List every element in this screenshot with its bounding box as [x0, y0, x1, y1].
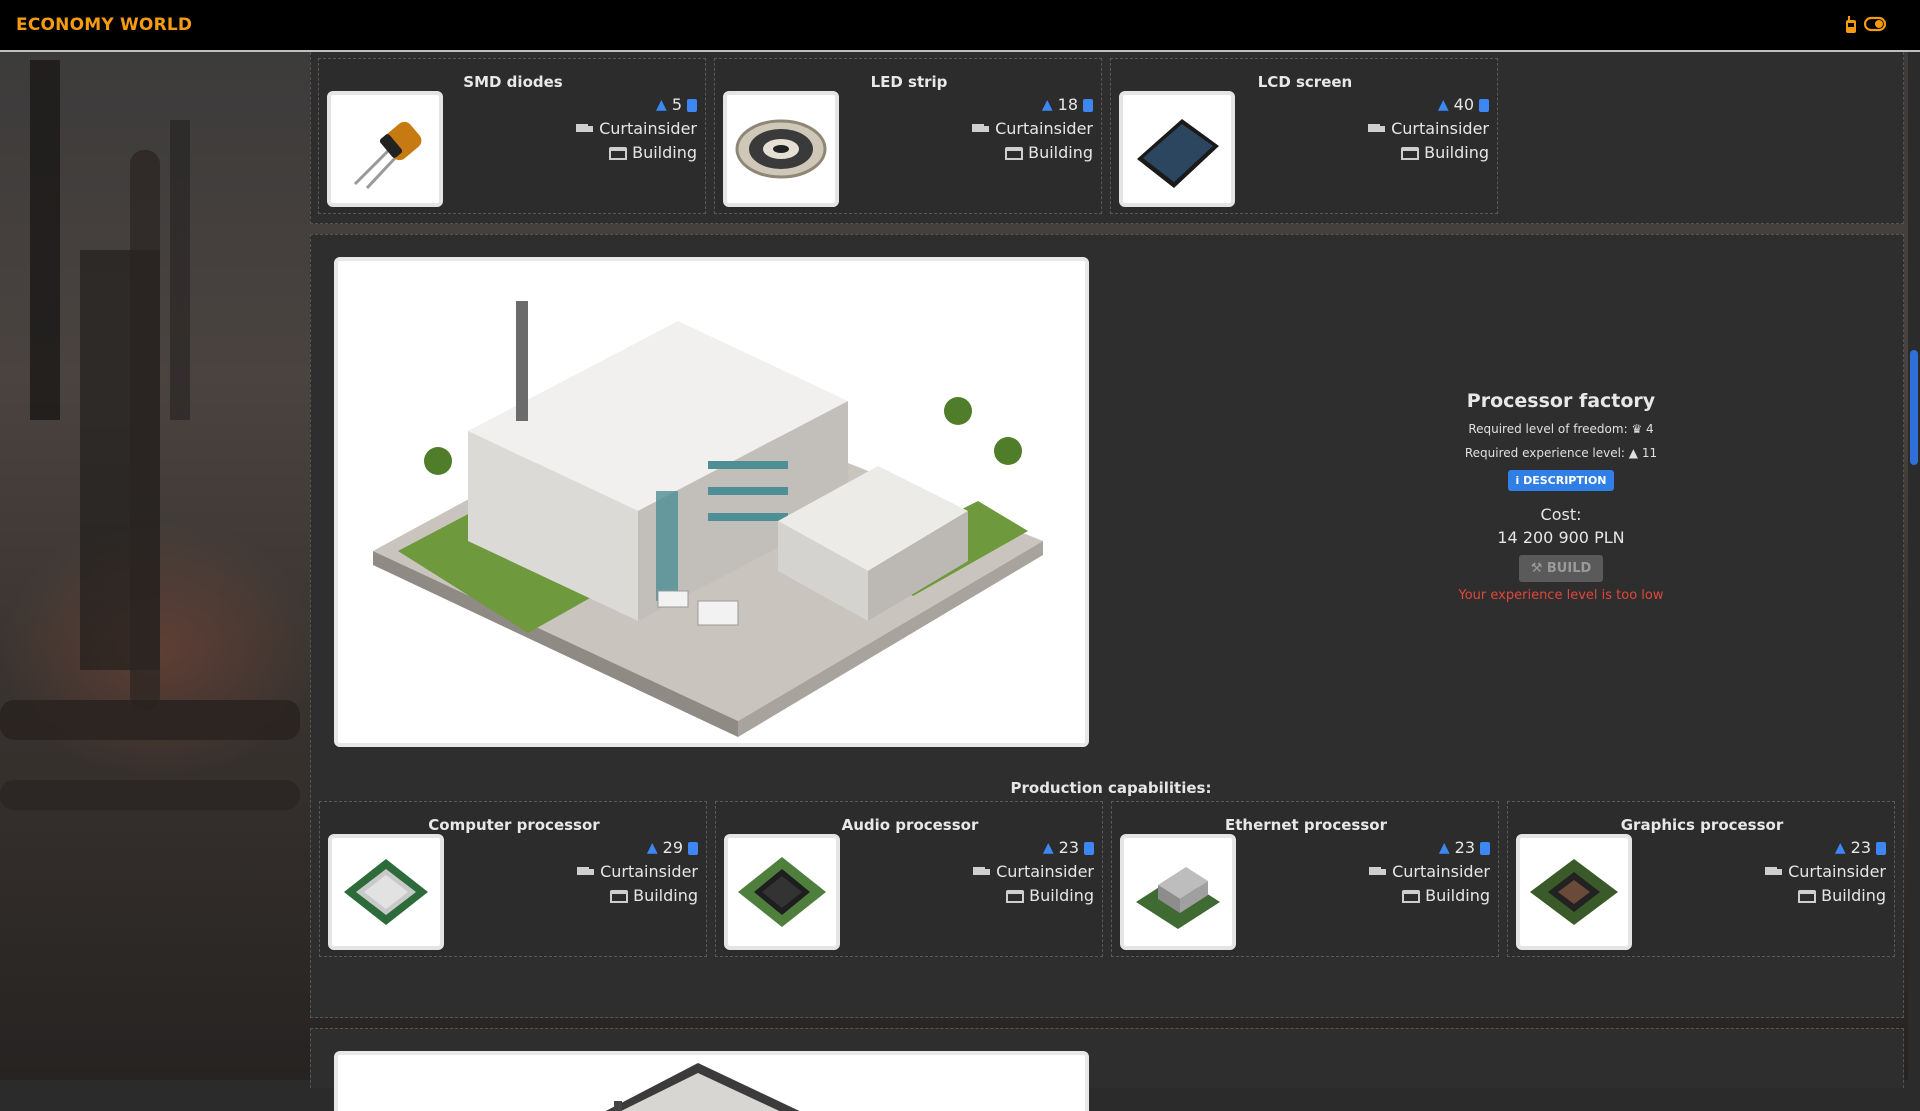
truck-icon	[1765, 865, 1783, 879]
product-card[interactable]: SMD diodes ▲ 5 Curtainsider Building	[318, 58, 706, 214]
warehouse-icon	[1798, 889, 1817, 903]
ethernet-chip-image	[1120, 834, 1236, 950]
warehouse-icon	[1005, 146, 1024, 160]
warehouse-icon	[1006, 889, 1025, 903]
chimney-silhouette	[170, 120, 190, 420]
license-icon	[1479, 98, 1489, 112]
product-name: LED strip	[870, 73, 948, 91]
led-strip-image	[723, 91, 839, 207]
product-name: LCD screen	[1257, 73, 1353, 91]
product-meta: ▲ 5 Curtainsider Building	[576, 93, 697, 165]
info-icon: i	[1515, 474, 1520, 487]
production-card[interactable]: Computer processor ▲ 29 Curtainsider Buil…	[319, 801, 707, 957]
workers-icon: ▲	[1437, 97, 1449, 113]
product-meta: ▲ 29 Curtainsider Building	[577, 836, 698, 908]
product-name: Computer processor	[428, 816, 600, 834]
header-icons	[1844, 16, 1887, 33]
pipe-silhouette	[0, 780, 300, 810]
truck-icon	[1369, 865, 1387, 879]
experience-warning: Your experience level is too low	[1458, 588, 1664, 603]
cost-value: 14 200 900 PLN	[1497, 528, 1625, 547]
product-card[interactable]: LED strip ▲ 18 Curtainsider Building	[714, 58, 1102, 214]
cost-label: Cost:	[1540, 505, 1582, 524]
workers-icon: ▲	[1041, 97, 1053, 113]
top-navbar: ECONOMY WORLD	[0, 0, 1920, 52]
processor-factory-image	[334, 257, 1089, 747]
production-card[interactable]: Ethernet processor ▲ 23 Curtainsider Buil…	[1111, 801, 1499, 957]
audio-chip-image	[724, 834, 840, 950]
product-name: SMD diodes	[463, 73, 563, 91]
truck-icon	[1368, 122, 1386, 136]
license-icon	[1084, 841, 1094, 855]
brand-logo[interactable]: ECONOMY WORLD	[16, 15, 192, 35]
truck-icon	[577, 865, 595, 879]
product-card[interactable]: LCD screen ▲ 40 Curtainsider Building	[1110, 58, 1498, 214]
product-name: Ethernet processor	[1225, 816, 1387, 834]
warehouse-icon	[609, 146, 628, 160]
product-name: Graphics processor	[1620, 816, 1784, 834]
experience-requirement: Required experience level: ▲ 11	[1464, 446, 1658, 460]
license-icon	[1876, 841, 1886, 855]
product-meta: ▲ 18 Curtainsider Building	[972, 93, 1093, 165]
smd-diode-image	[327, 91, 443, 207]
production-card[interactable]: Audio processor ▲ 23 Curtainsider Buildin…	[715, 801, 1103, 957]
scrollbar-track[interactable]	[1908, 52, 1920, 1080]
truck-icon	[973, 865, 991, 879]
lcd-screen-image	[1119, 91, 1235, 207]
product-meta: ▲ 40 Curtainsider Building	[1368, 93, 1489, 165]
workers-icon: ▲	[656, 97, 667, 113]
warehouse-icon	[1401, 146, 1420, 160]
workers-icon: ▲	[1042, 840, 1054, 856]
workers-icon: ▲	[1438, 840, 1450, 856]
warehouse-icon	[1402, 889, 1421, 903]
pipe-silhouette	[130, 150, 160, 710]
product-meta: ▲ 23 Curtainsider Building	[973, 836, 1094, 908]
gpu-chip-image	[1516, 834, 1632, 950]
freedom-requirement: Required level of freedom: ♛ 4	[1468, 422, 1654, 436]
product-name: Audio processor	[841, 816, 979, 834]
toggle-icon[interactable]	[1863, 16, 1887, 32]
license-icon	[688, 841, 698, 855]
factory-name: Processor factory	[1466, 390, 1656, 412]
license-icon	[1480, 841, 1490, 855]
graduation-cap-icon: ▲	[1628, 446, 1639, 460]
main-content: SMD diodes ▲ 5 Curtainsider Building LED …	[310, 52, 1904, 1111]
crown-icon: ♛	[1631, 422, 1643, 436]
cpu-image	[328, 834, 444, 950]
walkie-talkie-icon[interactable]	[1844, 16, 1858, 33]
factory-info: Processor factory Required level of free…	[1351, 390, 1771, 603]
truck-icon	[972, 122, 990, 136]
workers-icon: ▲	[1834, 840, 1846, 856]
truck-icon	[576, 122, 594, 136]
product-meta: ▲ 23 Curtainsider Building	[1765, 836, 1886, 908]
warehouse-icon	[610, 889, 629, 903]
workers-icon: ▲	[646, 840, 658, 856]
next-factory-panel	[310, 1028, 1904, 1111]
next-factory-image	[334, 1051, 1089, 1111]
license-icon	[687, 98, 697, 112]
build-button[interactable]: ⚒ BUILD	[1518, 555, 1604, 582]
license-icon	[1083, 98, 1093, 112]
chimney-silhouette	[30, 60, 60, 420]
hammer-icon: ⚒	[1530, 561, 1543, 576]
product-meta: ▲ 23 Curtainsider Building	[1369, 836, 1490, 908]
scrollbar-thumb[interactable]	[1910, 350, 1918, 465]
factory-panel: Processor factory Required level of free…	[310, 234, 1904, 1018]
production-title: Production capabilities:	[1010, 779, 1212, 797]
production-card[interactable]: Graphics processor ▲ 23 Curtainsider Buil…	[1507, 801, 1895, 957]
description-button[interactable]: i DESCRIPTION	[1508, 470, 1614, 491]
